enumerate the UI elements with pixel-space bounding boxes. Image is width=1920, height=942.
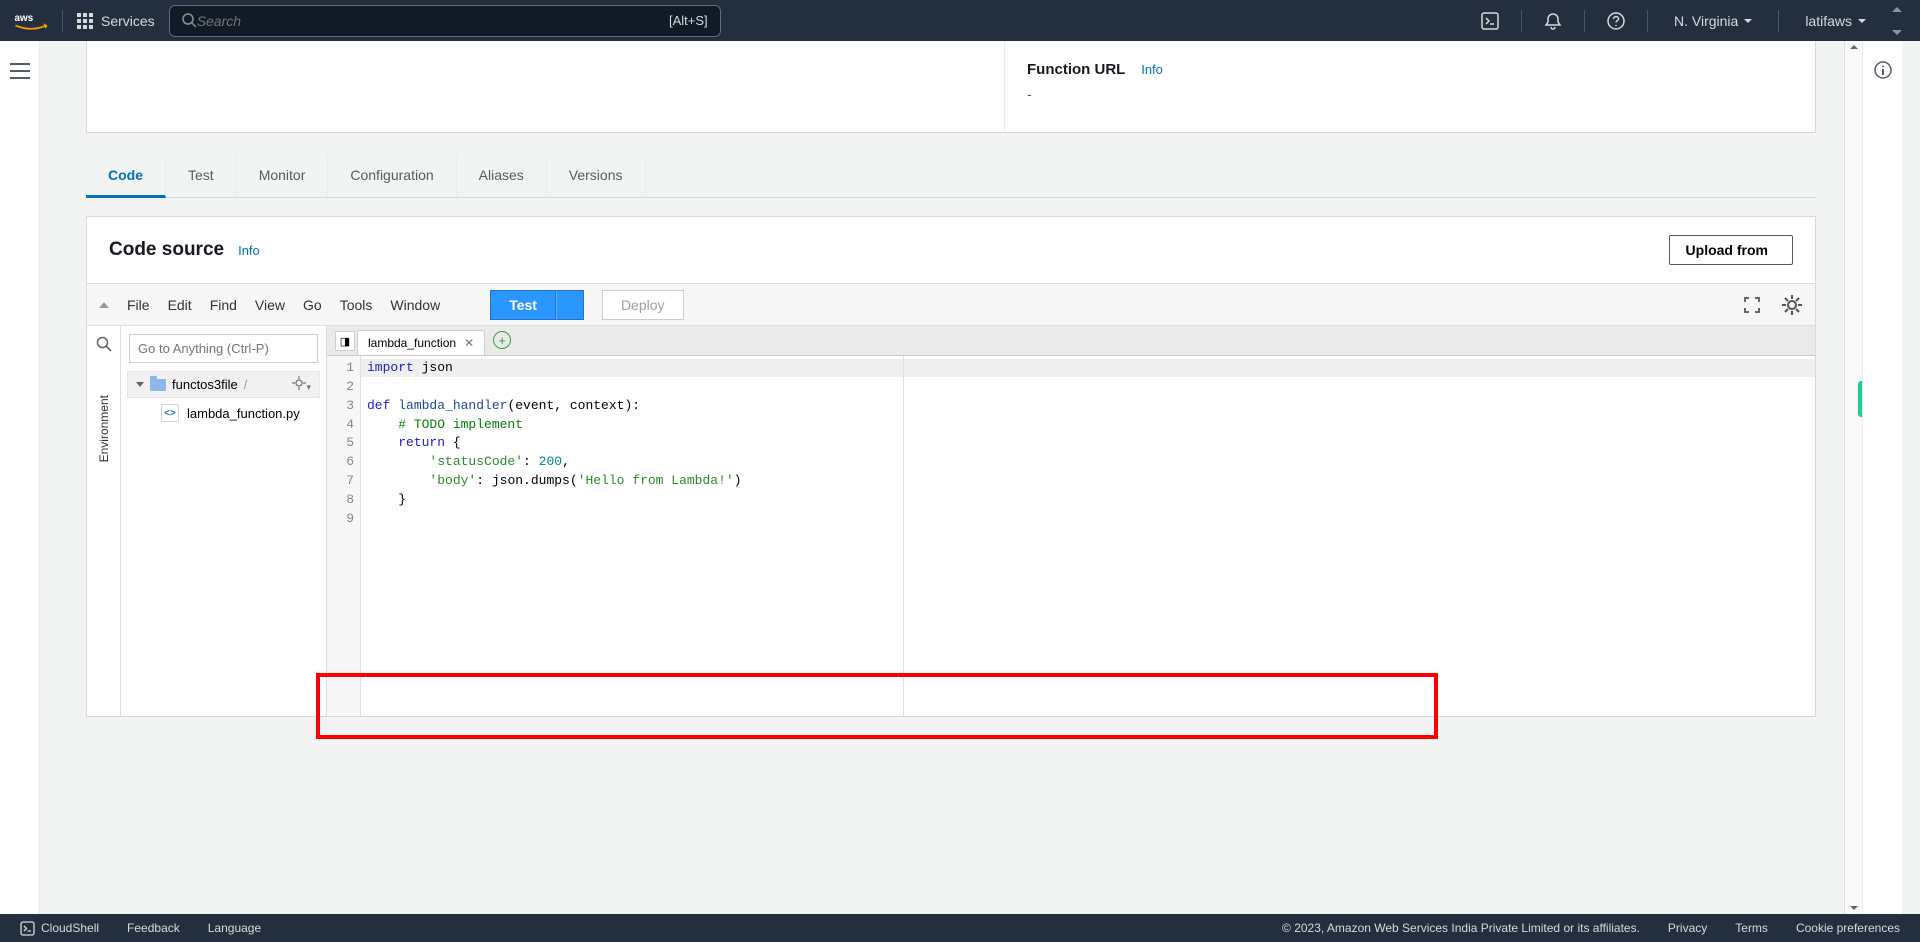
line-gutter: 123456789 bbox=[327, 356, 361, 716]
function-tabs: Code Test Monitor Configuration Aliases … bbox=[86, 155, 1816, 198]
footer-cookies[interactable]: Cookie preferences bbox=[1796, 921, 1900, 935]
right-help-rail bbox=[1862, 41, 1902, 914]
menu-window[interactable]: Window bbox=[390, 297, 440, 313]
ide-body: Environment functos3file / ▾ <> lambda_f… bbox=[87, 326, 1815, 716]
fullscreen-icon[interactable] bbox=[1741, 294, 1763, 316]
region-selector[interactable]: N. Virginia bbox=[1662, 13, 1764, 29]
menu-go[interactable]: Go bbox=[303, 297, 322, 313]
menu-tools[interactable]: Tools bbox=[340, 297, 373, 313]
code-text[interactable]: import json def lambda_handler(event, co… bbox=[361, 356, 1815, 716]
folder-icon bbox=[150, 379, 166, 391]
user-label: latifaws bbox=[1805, 13, 1852, 29]
file-tree: functos3file / ▾ <> lambda_function.py bbox=[121, 326, 327, 716]
tab-configuration[interactable]: Configuration bbox=[328, 155, 456, 197]
region-label: N. Virginia bbox=[1674, 13, 1738, 29]
function-url-block: Function URL Info - bbox=[1027, 61, 1163, 102]
grid-icon bbox=[77, 13, 93, 29]
close-icon[interactable]: ✕ bbox=[464, 336, 474, 350]
footer-terms[interactable]: Terms bbox=[1735, 921, 1768, 935]
caret-down-icon bbox=[1858, 19, 1866, 23]
footer-language[interactable]: Language bbox=[208, 921, 261, 935]
editor-tabbar: ◨ lambda_function ✕ + bbox=[327, 326, 1815, 356]
file-name: lambda_function.py bbox=[187, 406, 300, 421]
folder-name: functos3file bbox=[172, 377, 238, 392]
search-icon[interactable] bbox=[96, 336, 112, 355]
menu-file[interactable]: File bbox=[127, 297, 150, 313]
chevron-down-icon bbox=[136, 382, 144, 387]
aws-footer: CloudShell Feedback Language © 2023, Ama… bbox=[0, 914, 1920, 942]
collapse-icon[interactable] bbox=[99, 302, 109, 308]
menu-view[interactable]: View bbox=[255, 297, 285, 313]
search-input[interactable] bbox=[197, 13, 669, 29]
test-dropdown[interactable] bbox=[556, 290, 584, 320]
info-icon[interactable] bbox=[1874, 61, 1892, 914]
ide-side-rail: Environment bbox=[87, 326, 121, 716]
search-box[interactable]: [Alt+S] bbox=[169, 5, 721, 37]
search-icon bbox=[182, 13, 197, 28]
cloud9-ide: File Edit Find View Go Tools Window Test… bbox=[87, 283, 1815, 716]
aws-logo[interactable]: aws bbox=[14, 11, 48, 31]
services-menu[interactable]: Services bbox=[77, 13, 155, 29]
cloudshell-icon[interactable] bbox=[1473, 4, 1507, 38]
caret-down-icon bbox=[1744, 19, 1752, 23]
function-url-info-link[interactable]: Info bbox=[1141, 62, 1163, 77]
card-info-link[interactable]: Info bbox=[238, 243, 260, 258]
ide-menu-bar: File Edit Find View Go Tools Window Test… bbox=[87, 284, 1815, 326]
svg-text:aws: aws bbox=[14, 13, 33, 24]
python-file-icon: <> bbox=[161, 404, 179, 422]
gear-icon[interactable]: ▾ bbox=[292, 376, 311, 393]
aws-topbar: aws Services [Alt+S] N. Virginia latifaw… bbox=[0, 0, 1920, 41]
panel-icon[interactable]: ◨ bbox=[335, 331, 355, 351]
card-title: Code source bbox=[109, 239, 224, 261]
help-icon[interactable] bbox=[1599, 4, 1633, 38]
hamburger-icon[interactable] bbox=[10, 61, 30, 81]
user-menu[interactable]: latifaws bbox=[1793, 13, 1878, 29]
search-hotkey: [Alt+S] bbox=[669, 13, 708, 28]
menu-find[interactable]: Find bbox=[210, 297, 237, 313]
deploy-button: Deploy bbox=[602, 290, 684, 320]
page-scroll-hint bbox=[1888, 7, 1906, 35]
editor-tab[interactable]: lambda_function ✕ bbox=[357, 330, 485, 355]
card-header: Code source Info Upload from bbox=[87, 217, 1815, 283]
function-overview-card: Function URL Info - bbox=[86, 41, 1816, 133]
footer-privacy[interactable]: Privacy bbox=[1668, 921, 1707, 935]
main-content: Function URL Info - Code Test Monitor Co… bbox=[40, 41, 1862, 914]
tab-code[interactable]: Code bbox=[86, 155, 166, 198]
editor-pane: ◨ lambda_function ✕ + 123456789 import j… bbox=[327, 326, 1815, 716]
upload-from-button[interactable]: Upload from bbox=[1669, 235, 1793, 265]
services-label: Services bbox=[101, 13, 155, 29]
menu-edit[interactable]: Edit bbox=[168, 297, 192, 313]
footer-feedback[interactable]: Feedback bbox=[127, 921, 180, 935]
tab-label: lambda_function bbox=[368, 336, 456, 350]
function-url-label: Function URL bbox=[1027, 61, 1125, 78]
left-nav-rail bbox=[0, 41, 40, 914]
footer-copyright: © 2023, Amazon Web Services India Privat… bbox=[1282, 921, 1640, 935]
footer-cloudshell[interactable]: CloudShell bbox=[20, 921, 99, 936]
tab-versions[interactable]: Versions bbox=[547, 155, 646, 197]
tab-monitor[interactable]: Monitor bbox=[237, 155, 329, 197]
environment-tab[interactable]: Environment bbox=[97, 395, 111, 462]
goto-anything-input[interactable] bbox=[129, 334, 318, 363]
new-tab-icon[interactable]: + bbox=[493, 331, 511, 349]
notifications-icon[interactable] bbox=[1536, 4, 1570, 38]
gear-icon[interactable] bbox=[1781, 294, 1803, 316]
code-source-card: Code source Info Upload from File Edit F… bbox=[86, 216, 1816, 717]
function-url-value: - bbox=[1027, 86, 1163, 102]
test-button-group: Test bbox=[490, 290, 584, 320]
page-scrollbar[interactable] bbox=[1844, 41, 1862, 914]
tree-folder[interactable]: functos3file / ▾ bbox=[127, 371, 320, 398]
code-area[interactable]: 123456789 import json def lambda_handler… bbox=[327, 356, 1815, 716]
test-button[interactable]: Test bbox=[490, 290, 556, 320]
tree-file[interactable]: <> lambda_function.py bbox=[121, 400, 326, 426]
tab-aliases[interactable]: Aliases bbox=[457, 155, 547, 197]
tab-test[interactable]: Test bbox=[166, 155, 237, 197]
